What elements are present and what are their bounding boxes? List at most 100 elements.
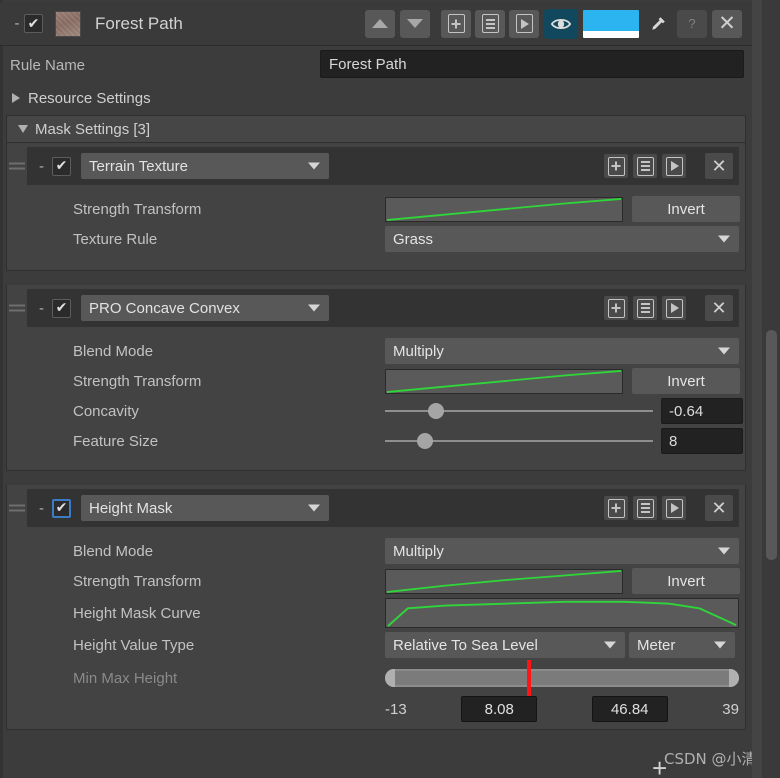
property-label: Blend Mode	[73, 342, 154, 360]
texture-rule-dropdown[interactable]: Grass	[385, 226, 739, 252]
mask-type-dropdown[interactable]: Height Mask	[81, 495, 329, 521]
drag-handle-icon[interactable]	[9, 504, 25, 512]
close-rule-button[interactable]: ✕	[712, 9, 742, 38]
add-box-icon	[447, 14, 465, 33]
mask-type-dropdown[interactable]: PRO Concave Convex	[81, 295, 329, 321]
header-toolbar: ? ✕	[365, 8, 742, 39]
property-control: Multiply	[385, 338, 739, 364]
mask-settings-foldout[interactable]: Mask Settings [3]	[6, 115, 746, 143]
slider-max-handle[interactable]	[729, 669, 739, 687]
triangle-up-icon	[372, 19, 388, 28]
mask-list-button[interactable]	[633, 496, 657, 520]
mask-remove-button[interactable]: ✕	[705, 495, 733, 521]
duplicate-rule-button[interactable]	[475, 9, 505, 38]
add-box-icon	[607, 156, 625, 176]
rule-name-label: Rule Name	[10, 56, 86, 74]
slider-fill	[395, 671, 729, 685]
resource-settings-label: Resource Settings	[28, 89, 151, 107]
blend-mode-dropdown[interactable]: Multiply	[385, 338, 739, 364]
color-picker-button[interactable]	[644, 8, 672, 39]
visibility-toggle-button[interactable]	[544, 8, 578, 39]
mask-card-terrain-texture: - ✔ Terrain Texture ✕ Strength Transform…	[6, 143, 746, 271]
rule-name-input[interactable]: Forest Path	[320, 50, 744, 78]
height-unit-dropdown[interactable]: Meter	[629, 632, 735, 658]
range-min-label: -13	[385, 700, 407, 718]
mask-remove-button[interactable]: ✕	[705, 153, 733, 179]
mask-list-button[interactable]	[633, 154, 657, 178]
mask-add-button[interactable]	[604, 154, 628, 178]
chevron-down-icon	[308, 304, 320, 312]
add-rule-button[interactable]	[441, 9, 471, 38]
drag-handle-icon[interactable]	[9, 304, 25, 312]
invert-button[interactable]: Invert	[632, 568, 740, 594]
mask-enabled-checkbox[interactable]: ✔	[52, 298, 71, 318]
mask-remove-button[interactable]: ✕	[705, 295, 733, 321]
mask-list-button[interactable]	[633, 296, 657, 320]
rule-color-swatch[interactable]	[583, 9, 639, 38]
height-mask-curve[interactable]	[385, 598, 739, 628]
mask-add-button[interactable]	[604, 496, 628, 520]
invert-button[interactable]: Invert	[632, 196, 740, 222]
move-down-button[interactable]	[400, 9, 430, 38]
invert-button[interactable]: Invert	[632, 368, 740, 394]
feature-size-slider[interactable]	[385, 430, 653, 452]
height-mask-curve-row: Height Mask Curve	[7, 597, 745, 629]
strength-transform-curve[interactable]	[385, 196, 623, 222]
checkmark-icon: ✔	[55, 158, 68, 174]
apply-rule-button[interactable]	[509, 9, 539, 38]
chevron-down-icon	[308, 162, 320, 170]
mask-header: - ✔ Height Mask ✕	[9, 489, 739, 527]
rule-enabled-checkbox[interactable]: ✔	[24, 14, 43, 33]
min-max-height-slider[interactable]	[385, 660, 739, 696]
rule-foldout-toggle[interactable]: -	[10, 16, 24, 31]
help-button[interactable]: ?	[677, 9, 707, 38]
mask-foldout-toggle[interactable]: -	[39, 301, 44, 316]
slider-thumb[interactable]	[427, 403, 444, 419]
header-action-group	[441, 9, 539, 38]
mask-foldout-toggle[interactable]: -	[39, 501, 44, 516]
slider-min-handle[interactable]	[385, 669, 395, 687]
concavity-slider[interactable]	[385, 400, 653, 422]
eyedropper-icon	[652, 16, 665, 30]
blend-mode-dropdown[interactable]: Multiply	[385, 538, 739, 564]
mask-play-button[interactable]	[662, 154, 686, 178]
slider-thumb[interactable]	[417, 433, 434, 449]
concavity-value-input[interactable]: -0.64	[661, 398, 743, 424]
strength-transform-curve[interactable]	[385, 368, 623, 394]
checkmark-icon: ✔	[55, 300, 68, 316]
chevron-down-icon	[718, 347, 730, 355]
resource-settings-foldout[interactable]: Resource Settings	[0, 84, 752, 112]
mask-enabled-checkbox[interactable]: ✔	[52, 156, 71, 176]
blend-mode-value: Multiply	[393, 342, 444, 360]
vertical-scrollbar[interactable]	[766, 330, 777, 560]
mask-header: - ✔ PRO Concave Convex ✕	[9, 289, 739, 327]
mask-foldout-toggle[interactable]: -	[39, 159, 44, 174]
mask-play-button[interactable]	[662, 496, 686, 520]
curve-graph	[386, 197, 622, 221]
close-icon: ✕	[711, 297, 727, 318]
mask-enabled-checkbox[interactable]: ✔	[52, 498, 71, 518]
chevron-down-icon	[718, 235, 730, 243]
strength-transform-curve[interactable]	[385, 568, 623, 594]
feature-size-value-input[interactable]: 8	[661, 428, 743, 454]
height-value-type-dropdown[interactable]: Relative To Sea Level	[385, 632, 625, 658]
height-value-type-row: Height Value Type Relative To Sea Level …	[7, 631, 745, 659]
mask-play-button[interactable]	[662, 296, 686, 320]
range-max-label: 39	[722, 700, 739, 718]
blend-mode-value: Multiply	[393, 542, 444, 560]
chevron-right-icon	[12, 93, 20, 103]
drag-handle-icon[interactable]	[9, 162, 25, 170]
mask-header-actions: ✕	[604, 495, 733, 521]
mask-type-dropdown[interactable]: Terrain Texture	[81, 153, 329, 179]
chevron-down-icon	[718, 547, 730, 555]
blend-mode-row: Blend Mode Multiply	[7, 537, 745, 565]
play-box-icon	[665, 156, 683, 176]
list-box-icon	[636, 298, 654, 318]
max-height-input[interactable]: 46.84	[591, 696, 668, 722]
panel-right-edge	[752, 0, 762, 778]
mask-add-button[interactable]	[604, 296, 628, 320]
property-control: Invert	[385, 196, 740, 222]
chevron-down-icon	[308, 504, 320, 512]
min-height-input[interactable]: 8.08	[461, 696, 538, 722]
move-up-button[interactable]	[365, 9, 395, 38]
